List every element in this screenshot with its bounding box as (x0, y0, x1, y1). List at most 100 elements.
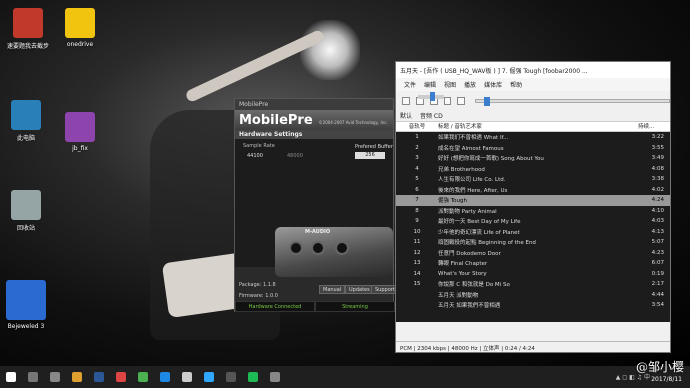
computer-icon (11, 100, 41, 130)
track-title: 少年他的奇幻漂流 Life of Planet (438, 229, 520, 236)
seek-thumb[interactable] (484, 97, 491, 106)
track-title: 任意門 Dokodemo Door (438, 250, 501, 257)
track-duration: 6:07 (651, 260, 664, 267)
menu-edit[interactable]: 编辑 (424, 80, 436, 89)
sample-rate-label: Sample Rate (243, 143, 275, 149)
track-number: 14 (413, 270, 421, 277)
playlist-row[interactable]: 1 如果我们不曾相遇 What If... 3:22 (396, 132, 670, 143)
track-duration: 3:55 (651, 144, 664, 151)
next-icon[interactable] (457, 97, 466, 105)
column-duration[interactable]: 持续... (638, 122, 670, 131)
seek-bar[interactable] (475, 97, 671, 106)
column-title[interactable]: 标题 / 音轨艺术家 (438, 122, 638, 131)
status-bar: Hardware Connected Streaming (235, 301, 395, 312)
buffer-select[interactable]: 256 (355, 152, 385, 159)
desktop-icon-bejeweled[interactable]: Bejeweled 3 (0, 280, 56, 330)
foobar-icon[interactable] (182, 372, 192, 382)
track-title: 人生有限公司 Life Co. Ltd. (438, 177, 506, 184)
section-header: Hardware Settings (235, 130, 393, 139)
app-icon[interactable] (226, 372, 236, 382)
track-title: 五月天 派對動物 (438, 292, 479, 299)
hardware-connected-status: Hardware Connected (235, 301, 315, 312)
menu-file[interactable]: 文件 (404, 80, 416, 89)
updates-button[interactable]: Updates (345, 285, 374, 294)
track-duration: 3:54 (651, 302, 664, 309)
settings-panel: Sample Rate 44100 48000 Prefered Buffer … (235, 139, 393, 277)
track-title: 成名在望 Almost Famous (438, 145, 504, 152)
playlist-row[interactable]: 15 你說那 C 和弦就是 Do Mi So 2:17 (396, 279, 670, 290)
thumbnail-icon (65, 112, 95, 142)
volume-thumb[interactable] (430, 92, 435, 101)
playlist-row[interactable]: 3 好好 (想把你寫成一首歌) Song About You 3:49 (396, 153, 670, 164)
track-title: 後來的我們 Here, After, Us (438, 187, 508, 194)
watermark: @邹小樱 (635, 360, 684, 374)
desktop-icon-recycle-bin[interactable]: 回收站 (0, 190, 56, 232)
track-number: 13 (413, 260, 421, 267)
menu-playback[interactable]: 播放 (464, 80, 476, 89)
menu-help[interactable]: 帮助 (510, 80, 522, 89)
spotify-icon[interactable] (248, 372, 258, 382)
tab-default[interactable]: 默认 (400, 111, 412, 121)
track-duration: 5:07 (651, 239, 664, 246)
playlist-row[interactable]: 五月天 如果我們不曾相遇 3:54 (396, 300, 670, 311)
track-number: 5 (415, 176, 419, 183)
stage-light (300, 20, 360, 80)
column-track-number[interactable]: 音轨号 (396, 122, 438, 131)
desktop-icon-onedrive[interactable]: onedrive (50, 8, 110, 48)
desktop-icon-this-pc[interactable]: 此电脑 (0, 100, 56, 142)
menu-view[interactable]: 视图 (444, 80, 456, 89)
status-bar: PCM | 2304 kbps | 48000 Hz | 立体声 | 0:24 … (396, 341, 670, 352)
knob-icon (335, 241, 349, 255)
playlist-header: 音轨号 标题 / 音轨艺术家 持续... (396, 122, 670, 132)
desktop-icon-jb-fix[interactable]: jb_fix (50, 112, 110, 152)
track-duration: 0:19 (651, 270, 664, 277)
brand-header: MobilePre ©2004-2007 Avid Technology, In… (235, 110, 393, 130)
device-brand: M-AUDIO (305, 229, 331, 235)
volume-slider[interactable] (418, 92, 444, 101)
search-icon[interactable] (28, 372, 38, 382)
brand-logo: MobilePre (239, 113, 313, 128)
bejeweled-icon (6, 280, 46, 320)
tab-audio-cd[interactable]: 音频 CD (420, 111, 443, 121)
track-number: 6 (415, 186, 419, 193)
onedrive-icon (65, 8, 95, 38)
app-icon[interactable] (270, 372, 280, 382)
task-view-icon[interactable] (50, 372, 60, 382)
playlist-row[interactable]: 12 任意門 Dokodemo Door 4:23 (396, 248, 670, 259)
start-icon[interactable] (6, 372, 16, 382)
playlist-row[interactable]: 5 人生有限公司 Life Co. Ltd. 3:38 (396, 174, 670, 185)
folder-icon (13, 8, 43, 38)
playlist-row[interactable]: 9 最好的一天 Best Day of My Life 4:03 (396, 216, 670, 227)
track-number: 12 (413, 249, 421, 256)
sample-rate-48000[interactable]: 48000 (287, 153, 303, 159)
track-number: 9 (415, 218, 419, 225)
sample-rate-44100[interactable]: 44100 (247, 153, 263, 159)
playlist-row[interactable]: 8 派對動物 Party Animal 4:10 (396, 206, 670, 217)
playlist-row[interactable]: 6 後來的我們 Here, After, Us 4:02 (396, 185, 670, 196)
playlist-row[interactable]: 2 成名在望 Almost Famous 3:55 (396, 143, 670, 154)
track-title: 派對動物 Party Animal (438, 208, 497, 215)
manual-button[interactable]: Manual (319, 285, 346, 294)
photoshop-icon[interactable] (204, 372, 214, 382)
playlist-row[interactable]: 10 少年他的奇幻漂流 Life of Planet 4:13 (396, 227, 670, 238)
track-duration: 4:02 (651, 186, 664, 193)
menu-bar: 文件 编辑 视图 播放 媒体库 帮助 (396, 78, 670, 91)
copyright: ©2004-2007 Avid Technology, Inc. (318, 120, 388, 125)
wechat-icon[interactable] (138, 372, 148, 382)
playlist-row[interactable]: 7 倔強 Tough 4:24 (396, 195, 670, 206)
stop-icon[interactable] (402, 97, 410, 105)
previous-icon[interactable] (443, 97, 452, 105)
menu-library[interactable]: 媒体库 (484, 80, 502, 89)
track-title: 如果我们不曾相遇 What If... (438, 135, 509, 142)
taskbar: ▲ ◻ ◧ ♫ 中 (0, 366, 690, 388)
playlist-row[interactable]: 11 頑固戰役的起點 Beginning of the End 5:07 (396, 237, 670, 248)
app-icon[interactable] (94, 372, 104, 382)
chrome-icon[interactable] (116, 372, 126, 382)
playlist-row[interactable]: 五月天 派對動物 4:44 (396, 290, 670, 301)
playlist-row[interactable]: 14 What's Your Story 0:19 (396, 269, 670, 280)
qq-icon[interactable] (160, 372, 170, 382)
playlist-row[interactable]: 13 轉眼 Final Chapter 6:07 (396, 258, 670, 269)
track-title: 你說那 C 和弦就是 Do Mi So (438, 282, 510, 289)
playlist-row[interactable]: 4 兄弟 Brotherhood 4:08 (396, 164, 670, 175)
file-explorer-icon[interactable] (72, 372, 82, 382)
